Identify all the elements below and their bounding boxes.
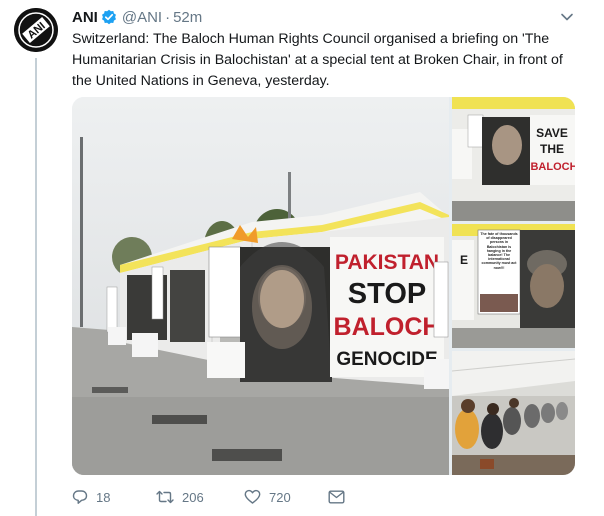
thumb1-line-2: THE	[540, 142, 564, 156]
author-name[interactable]: ANI	[72, 9, 98, 26]
like-count: 720	[269, 489, 291, 505]
retweet-button[interactable]: 206	[156, 489, 222, 505]
media-photo-3[interactable]: E The fate of thousands of disappeared p…	[452, 224, 575, 348]
heart-icon	[244, 489, 261, 504]
envelope-icon	[328, 490, 345, 504]
banner-line-1: PAKISTAN	[335, 251, 439, 274]
banner-line-3: BALOCH	[334, 313, 441, 341]
banner-line-2: STOP	[348, 278, 426, 310]
thread-line	[35, 58, 37, 516]
reply-button[interactable]: 18	[72, 489, 114, 505]
media-photo-2[interactable]: SAVE THE BALOCH	[452, 97, 575, 221]
thumb1-line-1: SAVE	[536, 126, 568, 140]
chevron-down-icon[interactable]	[560, 10, 574, 24]
thumb2-banner-e: E	[460, 253, 468, 267]
direct-message-button[interactable]	[328, 490, 353, 504]
tweet-actions: 18 206 720	[72, 487, 389, 507]
media-grid: PAKISTAN STOP BALOCH GENOCIDE SAVE THE B…	[72, 97, 575, 475]
reply-count: 18	[96, 489, 111, 505]
thumb1-line-3: BALOCH	[530, 161, 575, 173]
media-photo-main[interactable]: PAKISTAN STOP BALOCH GENOCIDE	[72, 97, 449, 475]
banner-line-4: GENOCIDE	[336, 349, 437, 370]
tweet-timestamp[interactable]: 52m	[173, 9, 202, 26]
ani-logo: ANI	[14, 8, 58, 52]
verified-badge-icon	[101, 9, 117, 25]
like-button[interactable]: 720	[244, 489, 306, 505]
separator-dot: ·	[165, 8, 171, 26]
retweet-count: 206	[182, 489, 204, 505]
avatar[interactable]: ANI	[14, 8, 58, 52]
reply-icon	[72, 490, 88, 504]
media-photo-4[interactable]	[452, 351, 575, 475]
retweet-icon	[156, 490, 174, 504]
tweet[interactable]: ANI ANI @ANI · 52m Switzerland: The Balo…	[0, 0, 604, 516]
thumb2-sign-text: The fate of thousands of disappeared per…	[480, 232, 518, 270]
tweet-text: Switzerland: The Baloch Human Rights Cou…	[72, 31, 563, 89]
tweet-header: ANI @ANI · 52m	[72, 7, 202, 27]
author-handle[interactable]: @ANI	[122, 9, 162, 26]
